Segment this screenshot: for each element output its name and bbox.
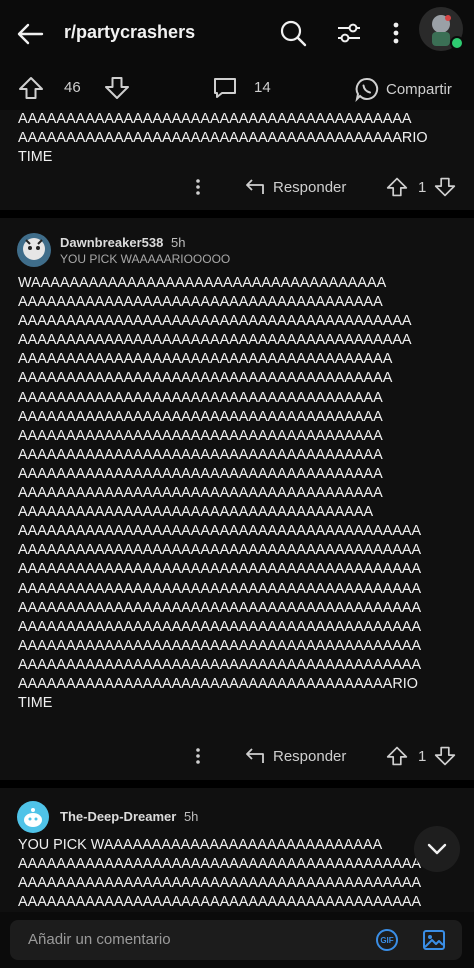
chevron-down-icon xyxy=(427,843,447,855)
comment-upvote-button[interactable] xyxy=(386,172,408,202)
divider xyxy=(0,780,474,788)
divider xyxy=(0,210,474,218)
comment-bar: Añadir un comentario GIF xyxy=(0,912,474,968)
top-bar: r/partycrashers xyxy=(0,0,474,66)
comment-card: The-Deep-Dreamer 5h YOU PICK WAAAAAAAAAA… xyxy=(0,788,474,912)
user-flair: YOU PICK WAAAAARIOOOOO xyxy=(60,252,231,266)
downvote-arrow-icon xyxy=(434,746,456,766)
comment-header: The-Deep-Dreamer 5h xyxy=(60,809,198,824)
commenter-avatar[interactable] xyxy=(16,800,50,834)
comments-button[interactable] xyxy=(212,76,238,100)
reply-arrow-icon xyxy=(246,748,264,763)
share-button[interactable]: Compartir xyxy=(354,76,452,102)
downvote-button[interactable] xyxy=(104,76,130,100)
search-icon[interactable] xyxy=(278,18,308,48)
comment-downvote-button[interactable] xyxy=(434,741,456,771)
user-avatar[interactable] xyxy=(418,6,464,52)
comment-time: 5h xyxy=(170,235,186,250)
commenter-avatar[interactable] xyxy=(16,232,52,268)
page-title: r/partycrashers xyxy=(64,22,196,42)
back-arrow-icon[interactable] xyxy=(14,18,46,50)
image-upload-icon[interactable] xyxy=(422,928,446,952)
filter-sort-icon[interactable] xyxy=(334,18,364,48)
comment-body: AAAAAAAAAAAAAAAAAAAAAAAAAAAAAAAAAAAAAAAA… xyxy=(18,111,428,166)
comment-more-button[interactable] xyxy=(190,741,206,771)
upvote-arrow-icon xyxy=(386,177,408,197)
add-comment-field[interactable]: Añadir un comentario GIF xyxy=(10,920,462,960)
upvote-arrow-icon xyxy=(386,746,408,766)
upvote-arrow-icon xyxy=(19,77,43,99)
comment-upvote-button[interactable] xyxy=(386,741,408,771)
whatsapp-icon xyxy=(355,77,379,102)
share-label: Compartir xyxy=(386,80,452,98)
online-status-dot xyxy=(450,36,464,50)
scroll-down-button[interactable] xyxy=(414,826,460,872)
reply-label: Responder xyxy=(273,178,347,196)
comment-username[interactable]: The-Deep-Dreamer xyxy=(60,809,176,824)
upvote-button[interactable] xyxy=(18,76,44,100)
comment-username[interactable]: Dawnbreaker538 xyxy=(60,235,163,250)
more-vertical-icon xyxy=(196,748,200,764)
comment-header: Dawnbreaker538 5h xyxy=(60,235,185,250)
more-vertical-icon xyxy=(196,179,200,195)
downvote-arrow-icon xyxy=(434,177,456,197)
comment-footer: Responder 1 xyxy=(0,172,474,202)
upvote-count: 46 xyxy=(64,79,81,96)
comment-card: Dawnbreaker538 5h YOU PICK WAAAAARIOOOOO… xyxy=(0,218,474,780)
comment-downvote-button[interactable] xyxy=(434,172,456,202)
reply-button[interactable]: Responder xyxy=(244,172,346,202)
comment-more-button[interactable] xyxy=(190,172,206,202)
comment-time: 5h xyxy=(183,809,199,824)
reply-label: Responder xyxy=(273,747,347,765)
comment-bubble-icon xyxy=(214,78,236,98)
gif-button[interactable]: GIF xyxy=(376,929,398,951)
reply-button[interactable]: Responder xyxy=(244,741,346,771)
post-action-bar: 46 14 Compartir xyxy=(0,66,474,110)
more-options-icon[interactable] xyxy=(381,18,411,48)
comment-body: WAAAAAAAAAAAAAAAAAAAAAAAAAAAAAAAAAAAAA A… xyxy=(18,275,422,712)
comment-card: AAAAAAAAAAAAAAAAAAAAAAAAAAAAAAAAAAAAAAAA… xyxy=(0,110,474,210)
downvote-arrow-icon xyxy=(105,77,129,99)
reply-arrow-icon xyxy=(246,179,264,194)
comment-placeholder: Añadir un comentario xyxy=(28,931,171,948)
comment-score: 1 xyxy=(418,178,427,196)
comment-body: YOU PICK WAAAAAAAAAAAAAAAAAAAAAAAAAAAAA … xyxy=(18,837,422,911)
comment-score: 1 xyxy=(418,747,427,765)
comment-footer: Responder 1 xyxy=(0,741,474,771)
comment-count: 14 xyxy=(254,79,271,96)
